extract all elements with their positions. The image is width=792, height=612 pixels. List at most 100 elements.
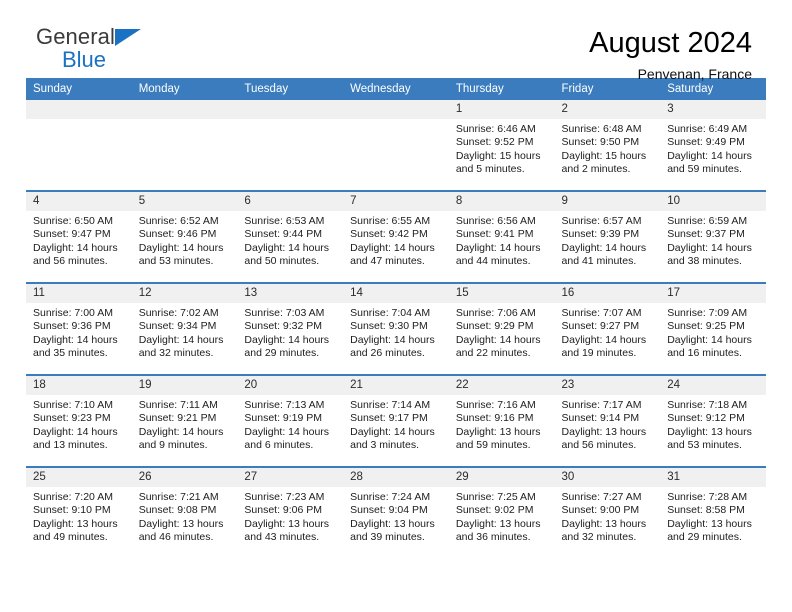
- day-number: 14: [343, 284, 449, 303]
- day-number: 24: [660, 376, 766, 395]
- calendar-day-cell[interactable]: 31 Sunrise: 7:28 AM Sunset: 8:58 PM Dayligh…: [660, 466, 766, 558]
- day-sun-details: Sunrise: 7:27 AM Sunset: 9:00 PM Daylight:…: [555, 487, 661, 545]
- day-sun-details: Sunrise: 7:21 AM Sunset: 9:08 PM Daylight:…: [132, 487, 238, 545]
- sunrise-time: Sunrise: 6:50 AM: [33, 215, 113, 227]
- calendar-week-row: 25 Sunrise: 7:20 AM Sunset: 9:10 PM Dayligh…: [26, 466, 766, 558]
- calendar-day-cell[interactable]: 2 Sunrise: 6:48 AM Sunset: 9:50 PM Daylight…: [554, 100, 661, 191]
- sunset-time: Sunset: 9:50 PM: [561, 136, 640, 149]
- logo-wordmark-top: General: [36, 26, 141, 48]
- sunset-time: Sunset: 9:06 PM: [244, 504, 323, 517]
- calendar-day-cell[interactable]: 28 Sunrise: 7:24 AM Sunset: 9:04 PM Dayligh…: [343, 466, 449, 558]
- daylight-duration-line1: Daylight: 14 hours: [561, 333, 647, 346]
- sunset-time: Sunset: 9:36 PM: [33, 320, 111, 333]
- sunset-time: Sunset: 9:39 PM: [561, 228, 640, 241]
- daylight-duration-line2: and 41 minutes.: [561, 255, 637, 268]
- day-number: 6: [237, 192, 344, 211]
- calendar-day-cell[interactable]: 12 Sunrise: 7:02 AM Sunset: 9:34 PM Dayligh…: [131, 282, 238, 375]
- day-number-placeholder: [237, 100, 344, 119]
- general-blue-logo[interactable]: General Blue: [26, 26, 141, 71]
- calendar-week-row: 4 Sunrise: 6:50 AM Sunset: 9:47 PM Daylight…: [26, 190, 766, 283]
- day-sun-details: Sunrise: 6:53 AM Sunset: 9:44 PM Daylight:…: [237, 211, 343, 269]
- day-number: 10: [660, 192, 766, 211]
- calendar-day-cell[interactable]: 18 Sunrise: 7:10 AM Sunset: 9:23 PM Dayligh…: [26, 374, 132, 467]
- sunset-time: Sunset: 9:12 PM: [667, 412, 745, 425]
- calendar-day-cell[interactable]: 15 Sunrise: 7:06 AM Sunset: 9:29 PM Dayligh…: [448, 282, 555, 375]
- day-number-placeholder: [131, 100, 238, 119]
- day-sun-details: Sunrise: 6:50 AM Sunset: 9:47 PM Daylight:…: [26, 211, 132, 269]
- sunrise-time: Sunrise: 7:07 AM: [561, 307, 642, 319]
- sunrise-time: Sunrise: 6:56 AM: [455, 215, 536, 227]
- calendar-day-cell[interactable]: 19 Sunrise: 7:11 AM Sunset: 9:21 PM Dayligh…: [131, 374, 238, 467]
- calendar-cell-empty: [237, 100, 344, 191]
- sunrise-time: Sunrise: 7:14 AM: [350, 399, 431, 411]
- calendar-day-cell[interactable]: 4 Sunrise: 6:50 AM Sunset: 9:47 PM Daylight…: [26, 190, 132, 283]
- calendar-day-cell[interactable]: 17 Sunrise: 7:09 AM Sunset: 9:25 PM Dayligh…: [660, 282, 766, 375]
- calendar-day-cell[interactable]: 25 Sunrise: 7:20 AM Sunset: 9:10 PM Dayligh…: [26, 466, 132, 558]
- daylight-duration-line2: and 43 minutes.: [244, 531, 320, 544]
- daylight-duration-line2: and 6 minutes.: [244, 439, 314, 452]
- daylight-duration-line2: and 3 minutes.: [350, 439, 419, 452]
- calendar-day-cell[interactable]: 16 Sunrise: 7:07 AM Sunset: 9:27 PM Dayligh…: [554, 282, 661, 375]
- calendar-day-cell[interactable]: 11 Sunrise: 7:00 AM Sunset: 9:36 PM Dayligh…: [26, 282, 132, 375]
- calendar-day-cell[interactable]: 10 Sunrise: 6:59 AM Sunset: 9:37 PM Dayligh…: [660, 190, 766, 283]
- calendar-day-cell[interactable]: 14 Sunrise: 7:04 AM Sunset: 9:30 PM Dayligh…: [343, 282, 449, 375]
- day-sun-details: Sunrise: 7:20 AM Sunset: 9:10 PM Daylight:…: [26, 487, 132, 545]
- calendar-day-cell[interactable]: 20 Sunrise: 7:13 AM Sunset: 9:19 PM Dayligh…: [237, 374, 344, 467]
- calendar-day-cell[interactable]: 1 Sunrise: 6:46 AM Sunset: 9:52 PM Daylight…: [448, 100, 555, 191]
- day-number: 8: [448, 192, 555, 211]
- calendar-day-cell[interactable]: 5 Sunrise: 6:52 AM Sunset: 9:46 PM Daylight…: [131, 190, 238, 283]
- sunset-time: Sunset: 9:25 PM: [667, 320, 745, 333]
- calendar-cell-empty: [343, 100, 449, 191]
- calendar-day-cell[interactable]: 21 Sunrise: 7:14 AM Sunset: 9:17 PM Dayligh…: [343, 374, 449, 467]
- sunrise-time: Sunrise: 7:09 AM: [667, 307, 748, 319]
- sunrise-time: Sunrise: 7:03 AM: [244, 307, 325, 319]
- day-sun-details: Sunrise: 7:06 AM Sunset: 9:29 PM Daylight:…: [449, 303, 555, 361]
- page-title: August 2024: [589, 27, 752, 59]
- calendar-day-cell[interactable]: 29 Sunrise: 7:25 AM Sunset: 9:02 PM Dayligh…: [448, 466, 555, 558]
- sunrise-time: Sunrise: 7:16 AM: [455, 399, 536, 411]
- day-sun-details: Sunrise: 6:55 AM Sunset: 9:42 PM Daylight:…: [343, 211, 449, 269]
- daylight-duration-line1: Daylight: 14 hours: [244, 425, 330, 438]
- daylight-duration-line1: Daylight: 14 hours: [350, 425, 435, 438]
- sunset-time: Sunset: 9:32 PM: [244, 320, 323, 333]
- sunset-time: Sunset: 9:44 PM: [244, 228, 323, 241]
- daylight-duration-line1: Daylight: 14 hours: [350, 333, 435, 346]
- calendar-day-cell[interactable]: 27 Sunrise: 7:23 AM Sunset: 9:06 PM Dayligh…: [237, 466, 344, 558]
- calendar-day-cell[interactable]: 9 Sunrise: 6:57 AM Sunset: 9:39 PM Daylight…: [554, 190, 661, 283]
- calendar-day-cell[interactable]: 22 Sunrise: 7:16 AM Sunset: 9:16 PM Dayligh…: [448, 374, 555, 467]
- sunrise-time: Sunrise: 6:59 AM: [667, 215, 748, 227]
- day-number: 29: [448, 468, 555, 487]
- sunrise-time: Sunrise: 6:52 AM: [138, 215, 219, 227]
- sunset-time: Sunset: 9:42 PM: [350, 228, 428, 241]
- calendar-day-cell[interactable]: 6 Sunrise: 6:53 AM Sunset: 9:44 PM Daylight…: [237, 190, 344, 283]
- daylight-duration-line2: and 49 minutes.: [33, 531, 108, 544]
- calendar-day-cell[interactable]: 23 Sunrise: 7:17 AM Sunset: 9:14 PM Dayligh…: [554, 374, 661, 467]
- day-number: 13: [237, 284, 344, 303]
- calendar-day-cell[interactable]: 13 Sunrise: 7:03 AM Sunset: 9:32 PM Dayligh…: [237, 282, 344, 375]
- day-number: 23: [554, 376, 661, 395]
- daylight-duration-line2: and 32 minutes.: [138, 347, 214, 360]
- calendar-day-cell[interactable]: 24 Sunrise: 7:18 AM Sunset: 9:12 PM Dayligh…: [660, 374, 766, 467]
- calendar-day-cell[interactable]: 30 Sunrise: 7:27 AM Sunset: 9:00 PM Dayligh…: [554, 466, 661, 558]
- calendar-day-cell[interactable]: 8 Sunrise: 6:56 AM Sunset: 9:41 PM Daylight…: [448, 190, 555, 283]
- daylight-duration-line2: and 5 minutes.: [455, 163, 525, 176]
- day-sun-details: Sunrise: 7:11 AM Sunset: 9:21 PM Daylight:…: [132, 395, 238, 453]
- daylight-duration-line1: Daylight: 13 hours: [561, 425, 647, 438]
- sunrise-time: Sunrise: 6:49 AM: [667, 123, 748, 135]
- daylight-duration-line1: Daylight: 14 hours: [33, 241, 118, 254]
- sunrise-sunset-calendar-table: Sunday Monday Tuesday Wednesday Thursday…: [26, 78, 766, 558]
- calendar-day-cell[interactable]: 26 Sunrise: 7:21 AM Sunset: 9:08 PM Dayligh…: [131, 466, 238, 558]
- calendar-page: General Blue August 2024 Penvenan, Franc…: [0, 0, 792, 612]
- day-sun-details: Sunrise: 7:18 AM Sunset: 9:12 PM Daylight:…: [660, 395, 766, 453]
- sunset-time: Sunset: 9:23 PM: [33, 412, 111, 425]
- day-sun-details: Sunrise: 7:14 AM Sunset: 9:17 PM Daylight:…: [343, 395, 449, 453]
- daylight-duration-line2: and 39 minutes.: [350, 531, 425, 544]
- calendar-day-cell[interactable]: 7 Sunrise: 6:55 AM Sunset: 9:42 PM Daylight…: [343, 190, 449, 283]
- sunrise-time: Sunrise: 7:02 AM: [138, 307, 219, 319]
- day-number: 18: [26, 376, 132, 395]
- day-sun-details: Sunrise: 7:03 AM Sunset: 9:32 PM Daylight:…: [237, 303, 343, 361]
- calendar-day-cell[interactable]: 3 Sunrise: 6:49 AM Sunset: 9:49 PM Daylight…: [660, 100, 766, 191]
- page-header: General Blue August 2024 Penvenan, Franc…: [26, 0, 766, 83]
- day-number: 7: [343, 192, 449, 211]
- daylight-duration-line1: Daylight: 14 hours: [350, 241, 435, 254]
